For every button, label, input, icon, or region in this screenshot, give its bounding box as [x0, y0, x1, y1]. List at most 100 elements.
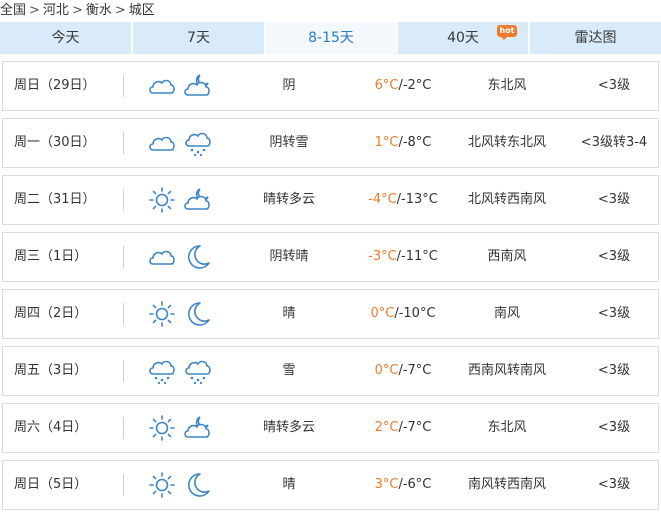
forecast-row: 周一（30日） 阴转雪 1°C/-8°C 北风转东北风 <3级转3-4 [2, 118, 659, 168]
divider [123, 360, 124, 382]
wind-level: <3级 [597, 249, 631, 264]
breadcrumb-separator: > [114, 3, 126, 18]
temperature-high: 1°C [374, 135, 399, 150]
wind-direction: 北风转东北风 [467, 135, 546, 150]
temperature-high: 3°C [374, 477, 399, 492]
tab-label: 今天 [51, 30, 80, 46]
wind-direction: 南风转西南风 [467, 477, 546, 492]
temperature-range: 1°C/-8°C [353, 119, 453, 167]
wind-level: <3级 [597, 477, 631, 492]
temperature-high: -4°C [368, 192, 397, 207]
forecast-date: 周四（2日） [14, 306, 88, 321]
weather-condition: 晴 [282, 477, 296, 492]
wind-level: <3级 [597, 363, 631, 378]
weather-icons [147, 129, 217, 157]
weather-condition: 阴 [282, 78, 296, 93]
breadcrumb-district: 城区 [128, 3, 155, 18]
temperature-low: /-8°C [398, 135, 432, 150]
tab-radar[interactable]: 雷达图 [530, 22, 661, 54]
temperature-low: /-6°C [398, 477, 432, 492]
forecast-date: 周五（3日） [14, 363, 88, 378]
temperature-low: /-7°C [398, 363, 432, 378]
divider [123, 474, 124, 496]
temperature-low: /-7°C [398, 420, 432, 435]
tab-label: 7天 [187, 30, 210, 46]
wind-level: <3级 [597, 192, 631, 207]
weather-condition: 晴转多云 [262, 192, 315, 207]
weather-condition: 雪 [282, 363, 296, 378]
weather-icons [147, 300, 217, 328]
temperature-low: /-2°C [398, 78, 432, 93]
breadcrumb-province[interactable]: 河北 [43, 3, 69, 18]
forecast-date: 周二（31日） [14, 192, 96, 207]
divider [123, 246, 124, 268]
forecast-date: 周一（30日） [14, 135, 96, 150]
breadcrumb-country[interactable]: 全国 [0, 3, 26, 18]
forecast-tabs: 今天 7天 8-15天 40天 hot 雷达图 [0, 22, 661, 54]
wind-direction: 南风 [493, 306, 520, 321]
divider [123, 189, 124, 211]
tab-8-15-days[interactable]: 8-15天 [266, 22, 398, 54]
forecast-date: 周六（4日） [14, 420, 88, 435]
temperature-range: -4°C/-13°C [353, 176, 453, 224]
weather-condition: 晴转多云 [262, 420, 315, 435]
tab-label: 8-15天 [308, 30, 354, 46]
forecast-row: 周日（29日） 阴 6°C/-2°C 东北风 <3级 [2, 61, 659, 111]
forecast-row: 周六（4日） 晴转多云 2°C/-7°C 东北风 <3级 [2, 403, 659, 453]
temperature-range: 6°C/-2°C [353, 62, 453, 110]
breadcrumb: 全国 > 河北 > 衡水 > 城区 [0, 0, 155, 22]
temperature-range: 3°C/-6°C [353, 461, 453, 509]
tab-40-days[interactable]: 40天 hot [398, 22, 530, 54]
temperature-low: /-13°C [396, 192, 438, 207]
weather-condition: 阴转晴 [269, 249, 309, 264]
breadcrumb-separator: > [29, 3, 40, 18]
temperature-high: 0°C [374, 363, 399, 378]
divider [123, 417, 124, 439]
temperature-range: 0°C/-10°C [353, 290, 453, 338]
wind-level: <3级 [597, 78, 631, 93]
weather-icons [147, 72, 217, 100]
wind-direction: 北风转西南风 [467, 192, 546, 207]
temperature-high: 2°C [374, 420, 399, 435]
temperature-low: /-11°C [396, 249, 438, 264]
divider [123, 303, 124, 325]
divider [123, 132, 124, 154]
weather-icons [147, 414, 217, 442]
tab-label: 雷达图 [574, 30, 617, 46]
wind-level: <3级 [597, 306, 631, 321]
forecast-row: 周三（1日） 阴转晴 -3°C/-11°C 西南风 <3级 [2, 232, 659, 282]
weather-condition: 阴转雪 [269, 135, 309, 150]
weather-condition: 晴 [282, 306, 296, 321]
forecast-date: 周三（1日） [14, 249, 88, 264]
forecast-row: 周二（31日） 晴转多云 -4°C/-13°C 北风转西南风 <3级 [2, 175, 659, 225]
forecast-date: 周日（5日） [14, 477, 88, 492]
temperature-range: -3°C/-11°C [353, 233, 453, 281]
wind-level: <3级转3-4 [580, 135, 648, 150]
tab-label: 40天 [447, 30, 479, 46]
tab-today[interactable]: 今天 [0, 22, 133, 54]
wind-direction: 东北风 [487, 420, 527, 435]
temperature-high: 6°C [374, 78, 399, 93]
forecast-date: 周日（29日） [14, 78, 96, 93]
temperature-high: 0°C [370, 306, 395, 321]
forecast-row: 周四（2日） 晴 0°C/-10°C 南风 <3级 [2, 289, 659, 339]
weather-icons [147, 471, 217, 499]
hot-badge: hot [497, 25, 517, 40]
weather-icons [147, 186, 217, 214]
weather-icons [147, 357, 217, 385]
wind-direction: 西南风转南风 [467, 363, 546, 378]
wind-direction: 东北风 [487, 78, 527, 93]
forecast-row: 周五（3日） 雪 0°C/-7°C 西南风转南风 <3级 [2, 346, 659, 396]
temperature-range: 2°C/-7°C [353, 404, 453, 452]
divider [123, 75, 124, 97]
temperature-low: /-10°C [394, 306, 436, 321]
wind-direction: 西南风 [487, 249, 527, 264]
breadcrumb-city[interactable]: 衡水 [86, 3, 112, 18]
wind-level: <3级 [597, 420, 631, 435]
breadcrumb-separator: > [71, 3, 83, 18]
forecast-row: 周日（5日） 晴 3°C/-6°C 南风转西南风 <3级 [2, 460, 659, 510]
temperature-high: -3°C [368, 249, 397, 264]
tab-7-days[interactable]: 7天 [133, 22, 266, 54]
temperature-range: 0°C/-7°C [353, 347, 453, 395]
weather-icons [147, 243, 217, 271]
